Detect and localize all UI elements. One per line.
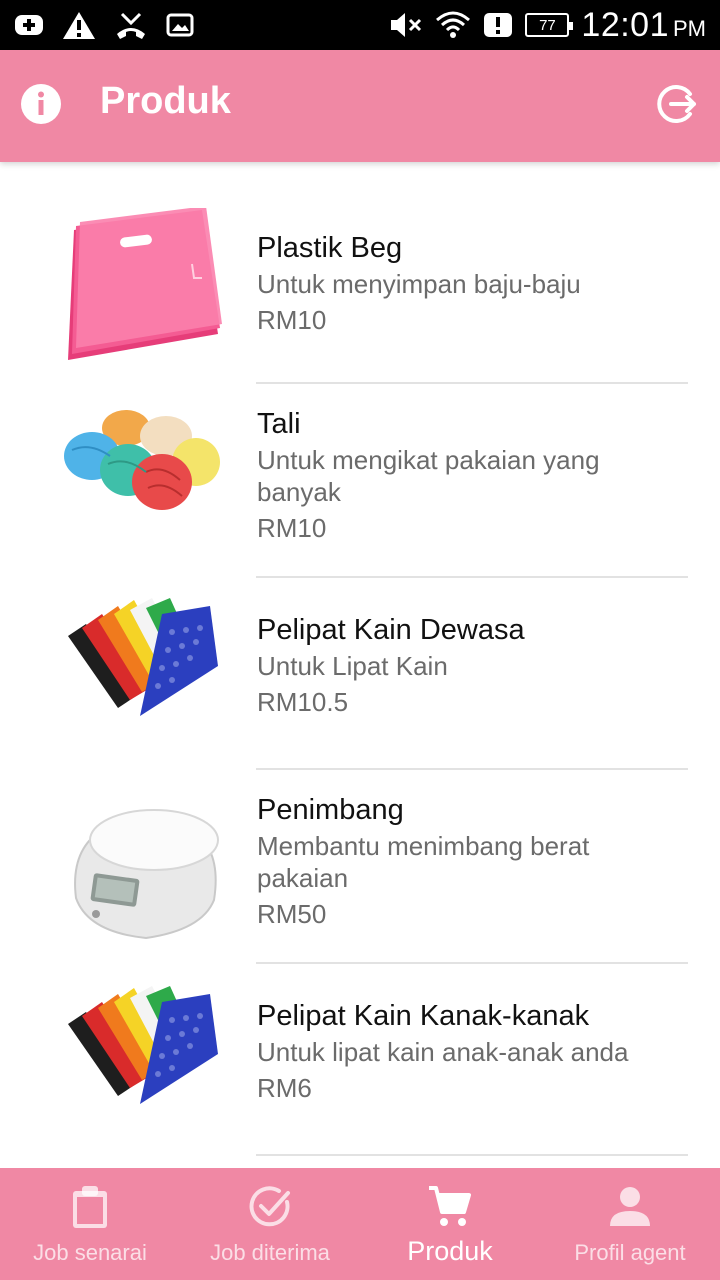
product-name: Pelipat Kain Dewasa: [257, 614, 525, 646]
nav-produk[interactable]: Produk: [360, 1168, 540, 1280]
bottom-navigation: Job senarai Job diterima Produk Profil a…: [0, 1168, 720, 1280]
logout-icon[interactable]: [656, 83, 698, 125]
nav-label: Job diterima: [210, 1240, 330, 1265]
battery-indicator: 77: [525, 13, 574, 37]
missed-call-icon: [117, 12, 145, 39]
list-item[interactable]: Pelipat Kain Kanak-kanak Untuk lipat kai…: [0, 964, 720, 1156]
product-description: Untuk menyimpan baju-baju: [257, 269, 581, 299]
product-price: RM10: [257, 305, 327, 335]
clock: 12:01 PM: [581, 6, 706, 45]
divider: [256, 1154, 688, 1156]
nav-label: Profil agent: [574, 1240, 686, 1265]
image-notification-icon: [166, 13, 194, 37]
product-texts: Tali Untuk mengikat pakaian yang banyak …: [257, 406, 677, 544]
app-bar: Produk: [0, 50, 720, 162]
product-price: RM6: [257, 1073, 312, 1103]
product-name: Tali: [257, 408, 301, 440]
add-notification-icon: [15, 15, 43, 35]
list-item[interactable]: Pelipat Kain Dewasa Untuk Lipat Kain RM1…: [0, 578, 720, 768]
nav-job-senarai[interactable]: Job senarai: [0, 1168, 180, 1280]
kids-clothes-folder-image: [68, 986, 218, 1104]
clipboard-icon: [73, 1186, 107, 1228]
status-bar: 77 12:01 PM: [0, 0, 720, 50]
product-texts: Penimbang Membantu menimbang berat pakai…: [257, 792, 677, 930]
list-item[interactable]: Tali Untuk mengikat pakaian yang banyak …: [0, 384, 720, 578]
warning-icon: [63, 12, 95, 39]
product-description: Untuk Lipat Kain: [257, 651, 448, 681]
nav-label: Job senarai: [33, 1240, 147, 1265]
list-item[interactable]: Plastik Beg Untuk menyimpan baju-baju RM…: [0, 208, 720, 388]
mute-icon: [391, 13, 422, 37]
person-icon: [610, 1187, 650, 1226]
product-price: RM50: [257, 899, 327, 929]
product-price: RM10: [257, 513, 327, 543]
product-description: Membantu menimbang berat pakaian: [257, 831, 590, 893]
product-description: Untuk lipat kain anak-anak anda: [257, 1037, 629, 1067]
check-circle-icon: [249, 1186, 290, 1227]
product-texts: Pelipat Kain Dewasa Untuk Lipat Kain RM1…: [257, 612, 677, 718]
screen: 77 12:01 PM Produk Plastik Beg Untuk men…: [0, 0, 720, 1280]
info-icon[interactable]: [20, 83, 62, 125]
product-name: Pelipat Kain Kanak-kanak: [257, 1000, 590, 1032]
product-list[interactable]: Plastik Beg Untuk menyimpan baju-baju RM…: [0, 162, 720, 1168]
weighing-scale-image: [74, 809, 219, 940]
clock-ampm: PM: [673, 15, 706, 41]
product-name: Penimbang: [257, 794, 404, 826]
cart-icon: [429, 1186, 471, 1226]
battery-level: 77: [539, 16, 556, 34]
list-item[interactable]: Penimbang Membantu menimbang berat pakai…: [0, 770, 720, 962]
product-texts: Plastik Beg Untuk menyimpan baju-baju RM…: [257, 230, 677, 336]
nav-job-diterima[interactable]: Job diterima: [180, 1168, 360, 1280]
alert-icon: [484, 13, 513, 37]
clock-time: 12:01: [581, 5, 669, 44]
rope-image: [64, 410, 220, 510]
nav-profil-agent[interactable]: Profil agent: [540, 1168, 720, 1280]
product-description: Untuk mengikat pakaian yang banyak: [257, 445, 600, 507]
clothes-folder-image: [68, 598, 218, 716]
product-texts: Pelipat Kain Kanak-kanak Untuk lipat kai…: [257, 998, 677, 1104]
wifi-icon: [436, 11, 471, 38]
page-title: Produk: [100, 80, 231, 122]
plastic-bag-image: [68, 208, 222, 360]
product-price: RM10.5: [257, 687, 349, 717]
nav-label: Produk: [407, 1236, 493, 1266]
product-name: Plastik Beg: [257, 232, 403, 264]
